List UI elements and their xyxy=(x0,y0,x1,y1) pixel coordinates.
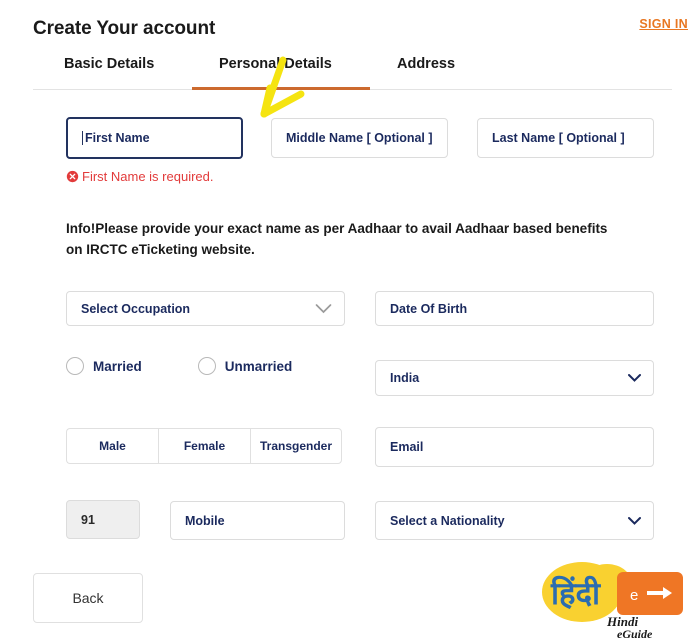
occupation-select[interactable]: Select Occupation xyxy=(66,291,345,326)
logo-devanagari: हिंदी xyxy=(550,575,601,612)
tab-personal-details[interactable]: Personal Details xyxy=(219,56,332,72)
page-title: Create Your account xyxy=(33,18,216,39)
radio-married-label: Married xyxy=(93,358,142,374)
country-code-field: 91 xyxy=(66,500,140,539)
sign-in-link[interactable]: SIGN IN xyxy=(639,17,688,31)
text-caret xyxy=(82,131,83,145)
logo-line2: eGuide xyxy=(617,627,653,641)
country-select[interactable]: India xyxy=(375,360,654,396)
error-circle-x-icon xyxy=(66,170,79,183)
occupation-value: Select Occupation xyxy=(81,301,191,316)
email-input[interactable]: Email xyxy=(375,427,654,467)
mobile-input[interactable]: Mobile xyxy=(170,501,345,540)
registration-page: Create Your account SIGN IN Basic Detail… xyxy=(0,0,700,644)
chevron-down-icon xyxy=(315,303,332,313)
form-step-tabs: Basic Details Personal Details Address xyxy=(33,56,673,90)
dob-placeholder: Date Of Birth xyxy=(390,301,468,316)
gender-male-button[interactable]: Male xyxy=(66,428,158,464)
gender-transgender-button[interactable]: Transgender xyxy=(250,428,342,464)
mobile-placeholder: Mobile xyxy=(185,513,225,528)
gender-button-group: Male Female Transgender xyxy=(66,428,342,464)
nationality-select[interactable]: Select a Nationality xyxy=(375,501,654,540)
chevron-down-icon xyxy=(628,516,641,525)
middle-name-input[interactable]: Middle Name [ Optional ] xyxy=(271,118,448,158)
date-of-birth-input[interactable]: Date Of Birth xyxy=(375,291,654,326)
last-name-input[interactable]: Last Name [ Optional ] xyxy=(477,118,654,158)
radio-married[interactable]: Married xyxy=(66,357,142,375)
radio-unmarried-label: Unmarried xyxy=(224,358,293,374)
tab-active-indicator xyxy=(192,87,370,90)
radio-circle-icon xyxy=(66,357,84,375)
chevron-down-icon xyxy=(628,374,641,382)
aadhaar-info-note: Info!Please provide your exact name as p… xyxy=(66,221,608,257)
radio-unmarried[interactable]: Unmarried xyxy=(197,357,293,375)
first-name-error-text: First Name is required. xyxy=(82,169,214,184)
tab-address[interactable]: Address xyxy=(397,56,455,72)
radio-circle-icon xyxy=(197,357,216,375)
first-name-placeholder: First Name xyxy=(85,131,150,145)
marital-status-group: Married Unmarried xyxy=(66,357,292,375)
gender-female-button[interactable]: Female xyxy=(158,428,250,464)
hindi-eguide-logo: e हिंदी Hindi eGuide xyxy=(542,562,683,641)
email-placeholder: Email xyxy=(390,440,424,454)
first-name-input[interactable]: First Name xyxy=(66,117,243,159)
country-value: India xyxy=(390,371,420,385)
tab-basic-details[interactable]: Basic Details xyxy=(64,56,154,72)
country-code-value: 91 xyxy=(81,512,95,527)
page-header: Create Your account SIGN IN xyxy=(0,0,700,52)
nationality-value: Select a Nationality xyxy=(390,513,505,528)
middle-name-placeholder: Middle Name [ Optional ] xyxy=(286,131,433,145)
last-name-placeholder: Last Name [ Optional ] xyxy=(492,131,625,145)
first-name-error: First Name is required. xyxy=(66,169,213,184)
logo-badge-e: e xyxy=(630,587,638,604)
back-button[interactable]: Back xyxy=(33,573,143,623)
